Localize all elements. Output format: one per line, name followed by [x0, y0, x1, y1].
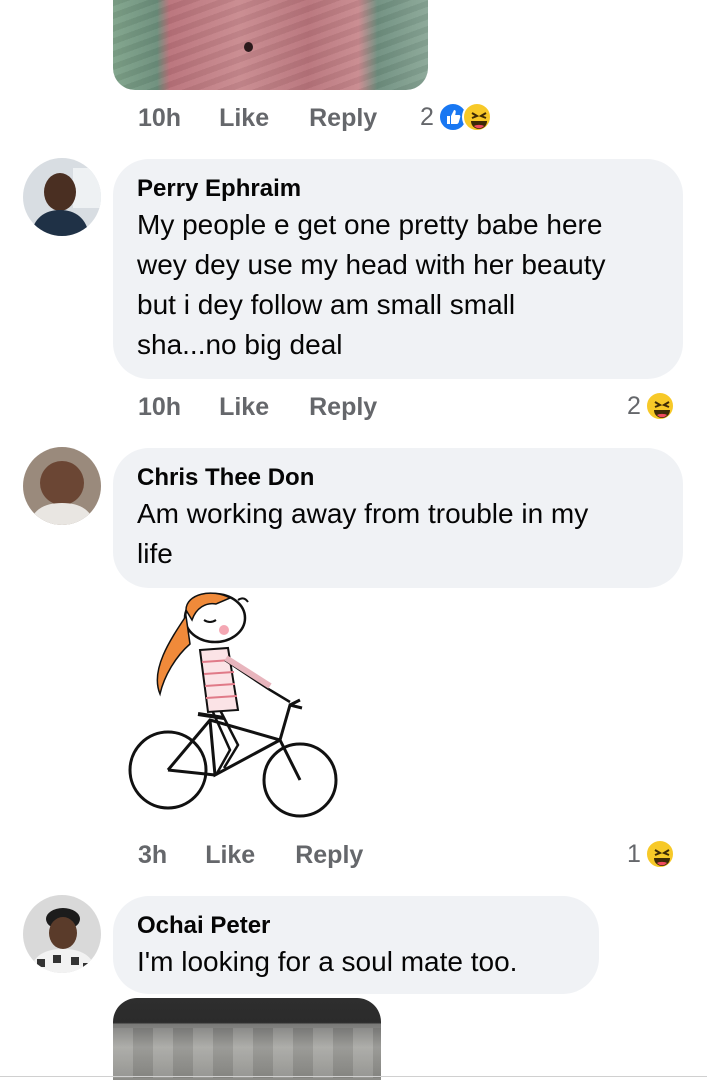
comment-author[interactable]: Ochai Peter — [137, 910, 575, 942]
comment-time[interactable]: 3h — [138, 841, 167, 870]
comment-text-line: My people e get one pretty babe here — [137, 209, 603, 240]
girl-on-bicycle-sticker — [120, 590, 350, 830]
comment-text-line: I'm looking for a soul mate too. — [137, 946, 518, 977]
comment-actions: 10h Like Reply — [138, 390, 377, 424]
comment-text-line: wey dey use my head with her beauty — [137, 249, 606, 280]
reaction-count: 2 — [420, 102, 434, 131]
reaction-summary[interactable]: 1 — [627, 839, 675, 869]
haha-icon — [644, 391, 675, 421]
comment-time[interactable]: 10h — [138, 393, 181, 422]
reaction-count: 2 — [627, 391, 641, 420]
avatar[interactable] — [23, 895, 101, 973]
like-button[interactable]: Like — [219, 104, 269, 133]
comment-actions: 3h Like Reply — [138, 838, 363, 872]
comment-text-line: Am working away from trouble in my — [137, 498, 589, 529]
avatar[interactable] — [23, 158, 101, 236]
comment-bubble: Chris Thee Don Am working away from trou… — [113, 448, 683, 588]
avatar[interactable] — [23, 447, 101, 525]
comment-actions: 10h Like Reply — [138, 101, 377, 135]
comment-time[interactable]: 10h — [138, 104, 181, 133]
comment-text-line: sha...no big deal — [137, 329, 343, 360]
reaction-count: 1 — [627, 839, 641, 868]
divider — [0, 1076, 707, 1077]
like-button[interactable]: Like — [205, 841, 255, 870]
comment-text-line: but i dey follow am small small — [137, 289, 516, 320]
reaction-summary[interactable]: 2 — [627, 391, 675, 421]
reply-button[interactable]: Reply — [309, 393, 377, 422]
haha-icon — [644, 839, 675, 869]
comment-bubble: Ochai Peter I'm looking for a soul mate … — [113, 896, 599, 994]
reply-button[interactable]: Reply — [309, 104, 377, 133]
comment-bubble: Perry Ephraim My people e get one pretty… — [113, 159, 683, 379]
haha-icon — [461, 102, 492, 132]
comment-photo-attachment[interactable] — [113, 998, 381, 1080]
like-button[interactable]: Like — [219, 393, 269, 422]
comment-photo-attachment[interactable] — [113, 0, 428, 90]
comment-author[interactable]: Perry Ephraim — [137, 173, 659, 205]
comment-author[interactable]: Chris Thee Don — [137, 462, 659, 494]
reply-button[interactable]: Reply — [295, 841, 363, 870]
comment-text-line: life — [137, 538, 173, 569]
reaction-summary[interactable]: 2 — [420, 102, 492, 132]
